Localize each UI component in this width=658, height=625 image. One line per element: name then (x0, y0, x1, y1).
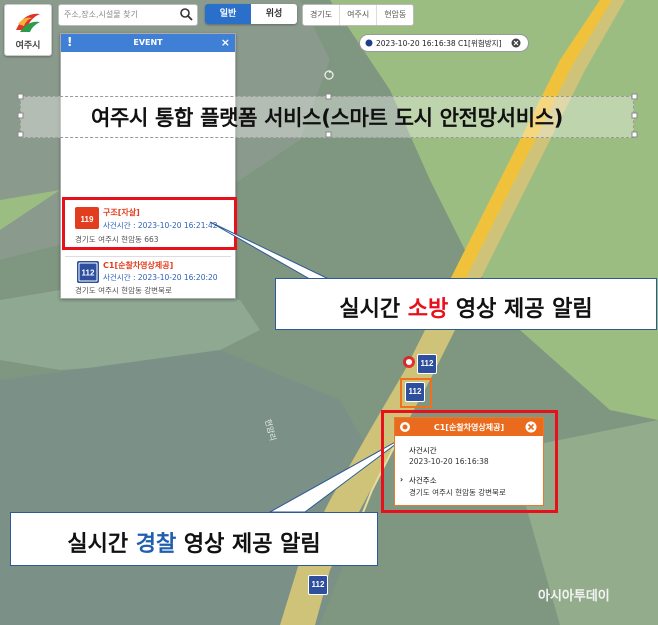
watermark: 아시아투데이 (538, 589, 610, 604)
police-callout-highlight: 경찰 (135, 532, 177, 557)
fire-location-marker-icon[interactable] (402, 355, 416, 369)
fire-callout-suffix: 영상 제공 알림 (448, 297, 593, 322)
police-marker-selected[interactable]: 112 (405, 382, 425, 402)
popup-highlight (381, 410, 558, 513)
police-callout-suffix: 영상 제공 알림 (176, 532, 321, 557)
police-marker[interactable]: 112 (417, 354, 437, 374)
police-alert-callout: 실시간 경찰 영상 제공 알림 (10, 512, 378, 566)
police-marker[interactable]: 112 (308, 575, 328, 595)
police-callout-prefix: 실시간 (67, 532, 136, 557)
fire-callout-prefix: 실시간 (339, 297, 408, 322)
fire-alert-callout: 실시간 소방 영상 제공 알림 (275, 278, 657, 330)
fire-callout-highlight: 소방 (407, 297, 449, 322)
